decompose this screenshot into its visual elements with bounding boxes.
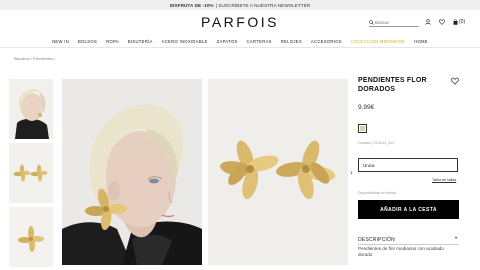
nav-item-ropa[interactable]: ROPA bbox=[106, 39, 119, 44]
swatch-fill bbox=[360, 126, 365, 131]
description-heading[interactable]: DESCRIPCIÓN bbox=[358, 237, 395, 243]
wishlist-heart-icon[interactable] bbox=[451, 77, 459, 85]
description-text: Pendientes de flor medianos con acabado … bbox=[358, 246, 444, 257]
description-toggle[interactable]: • bbox=[455, 236, 457, 242]
product-main-image[interactable] bbox=[62, 79, 202, 265]
heart-icon[interactable] bbox=[439, 19, 445, 25]
thumbnail-pair[interactable] bbox=[9, 143, 53, 203]
promo-bold: DISFRUTA DE -10% bbox=[169, 2, 214, 8]
nav-item-new-in[interactable]: NEW IN bbox=[52, 39, 69, 44]
nav-item-carteras[interactable]: CARTERAS bbox=[247, 39, 272, 44]
product-panel: PENDIENTES FLOR DORADOS 9.99€ Dorado | 2… bbox=[358, 77, 460, 257]
store-availability-link[interactable]: Disponibilidad en tienda bbox=[358, 191, 396, 195]
nav-item-accesorios[interactable]: ACCESORIOS bbox=[311, 39, 342, 44]
search-placeholder: Buscar bbox=[375, 20, 390, 25]
nav-item-relojes[interactable]: RELOJES bbox=[281, 39, 302, 44]
thumbnail-model[interactable] bbox=[9, 79, 53, 139]
nav-item-bisuteria[interactable]: BISUTERÍA bbox=[128, 39, 153, 44]
promo-text: | SUSCRÍBETE A NUESTRA NEWSLETTER bbox=[215, 2, 311, 8]
size-table-link[interactable]: Tabla de tallas bbox=[432, 178, 456, 182]
chevron-right-icon[interactable]: › bbox=[350, 168, 353, 177]
add-to-cart-button[interactable]: AÑADIR A LA CESTA bbox=[358, 200, 459, 219]
thumbnail-single[interactable] bbox=[9, 207, 53, 267]
promo-bar[interactable]: DISFRUTA DE -10% | SUSCRÍBETE A NUESTRA … bbox=[0, 0, 480, 10]
breadcrumb[interactable]: Bisutería / Pendientes / bbox=[14, 56, 55, 61]
nav-item-bolsos[interactable]: BOLSOS bbox=[78, 39, 97, 44]
nav-item-home[interactable]: HOME bbox=[414, 39, 428, 44]
nav-item-acero[interactable]: ACERO INOXIDABLE bbox=[162, 39, 208, 44]
product-title: PENDIENTES FLOR DORADOS bbox=[358, 77, 427, 93]
color-swatch[interactable] bbox=[358, 124, 367, 133]
description-divider bbox=[358, 244, 459, 245]
cart-button[interactable]: (0) bbox=[453, 19, 465, 25]
nav-divider bbox=[0, 47, 480, 48]
main-nav: NEW IN BOLSOS ROPA BISUTERÍA ACERO INOXI… bbox=[0, 39, 480, 44]
thumbnail-list bbox=[9, 79, 53, 270]
search-input[interactable]: Buscar bbox=[369, 19, 419, 27]
product-price: 9.99€ bbox=[358, 104, 375, 111]
user-icon[interactable] bbox=[425, 19, 431, 25]
nav-item-zapatos[interactable]: ZAPATOS bbox=[217, 39, 238, 44]
size-select[interactable]: Única bbox=[358, 158, 458, 172]
cart-count: (0) bbox=[459, 19, 466, 25]
nav-item-moonrise[interactable]: COLECCIÓN MOONRISE bbox=[351, 39, 405, 44]
product-detail-image[interactable] bbox=[208, 79, 348, 265]
search-icon bbox=[369, 20, 374, 25]
bag-icon bbox=[453, 19, 458, 25]
product-reference: Dorado | 213141_DO bbox=[358, 141, 395, 145]
